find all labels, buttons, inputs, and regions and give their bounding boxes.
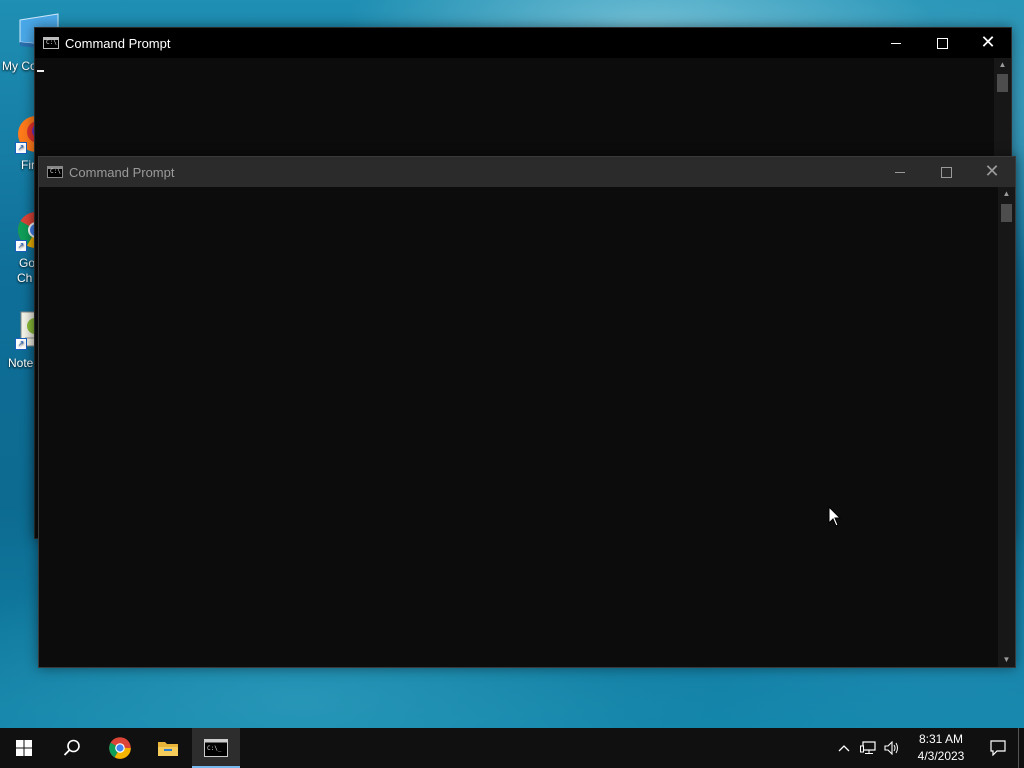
desktop-icon-label: Note [8,356,34,370]
shortcut-arrow-icon: ↗ [15,240,27,252]
volume-button[interactable] [880,728,904,768]
taskbar: C:\_ 8:31 AM 4/3/2023 [0,728,1024,768]
system-tray: 8:31 AM 4/3/2023 [832,728,1024,768]
scroll-down-arrow-icon[interactable]: ▼ [998,653,1015,667]
window-title: Command Prompt [69,164,175,180]
clock-time: 8:31 AM [918,732,964,746]
desktop-icon-label: Go [19,256,36,270]
action-center-button[interactable] [978,728,1018,768]
start-button[interactable] [0,728,48,768]
desktop-icon-label: Fir [21,158,35,172]
scrollbar-thumb[interactable] [1001,204,1012,222]
window-title: Command Prompt [65,35,171,51]
minimize-icon [895,171,905,173]
maximize-button[interactable] [919,28,965,58]
minimize-button[interactable] [873,28,919,58]
svg-text:C:\_: C:\_ [207,745,222,752]
close-button[interactable]: ✕ [969,157,1015,187]
maximize-button[interactable] [923,157,969,187]
show-hidden-icons-button[interactable] [832,728,856,768]
cmd-icon: C:\ [47,166,63,178]
mouse-pointer-icon [828,506,842,527]
file-explorer-taskbar-button[interactable] [144,728,192,768]
cmd-taskbar-button[interactable]: C:\_ [192,728,240,768]
console-output[interactable] [39,187,998,667]
maximize-icon [940,166,952,178]
chrome-taskbar-button[interactable] [96,728,144,768]
scroll-up-arrow-icon[interactable]: ▲ [998,187,1015,201]
maximize-icon [936,37,948,49]
network-icon [860,741,876,754]
cmd-icon: C:\ [43,37,59,49]
taskbar-clock[interactable]: 8:31 AM 4/3/2023 [910,731,972,765]
chevron-up-icon [838,745,850,752]
shortcut-arrow-icon: ↗ [15,142,27,154]
vertical-scrollbar[interactable]: ▲ ▼ [998,187,1015,667]
clock-date: 4/3/2023 [917,749,965,763]
scroll-up-arrow-icon[interactable]: ▲ [994,58,1011,72]
show-desktop-button[interactable] [1018,728,1024,768]
folder-icon [158,742,178,756]
minimize-button[interactable] [877,157,923,187]
window-titlebar[interactable]: C:\ Command Prompt ✕ [39,157,1015,187]
cmd-icon: C:\_ [204,739,228,757]
network-button[interactable] [856,728,880,768]
notification-icon [990,740,1006,756]
shortcut-arrow-icon: ↗ [15,338,27,350]
scrollbar-thumb[interactable] [997,74,1008,92]
windows-logo-icon [16,740,32,756]
close-button[interactable]: ✕ [965,28,1011,58]
desktop-icon-label-line2: Ch [17,271,33,285]
close-icon: ✕ [984,161,1000,182]
search-button[interactable] [48,728,96,768]
chrome-icon [109,737,131,759]
volume-icon [884,741,898,755]
search-icon [63,739,80,756]
minimize-icon [891,42,901,44]
desktop-icon-label: My Co [2,59,37,73]
window-titlebar[interactable]: C:\ Command Prompt ✕ [35,28,1011,58]
close-icon: ✕ [980,32,996,53]
text-cursor [37,70,44,72]
command-prompt-window-foreground[interactable]: C:\ Command Prompt ✕ ▲ ▼ [38,156,1016,668]
